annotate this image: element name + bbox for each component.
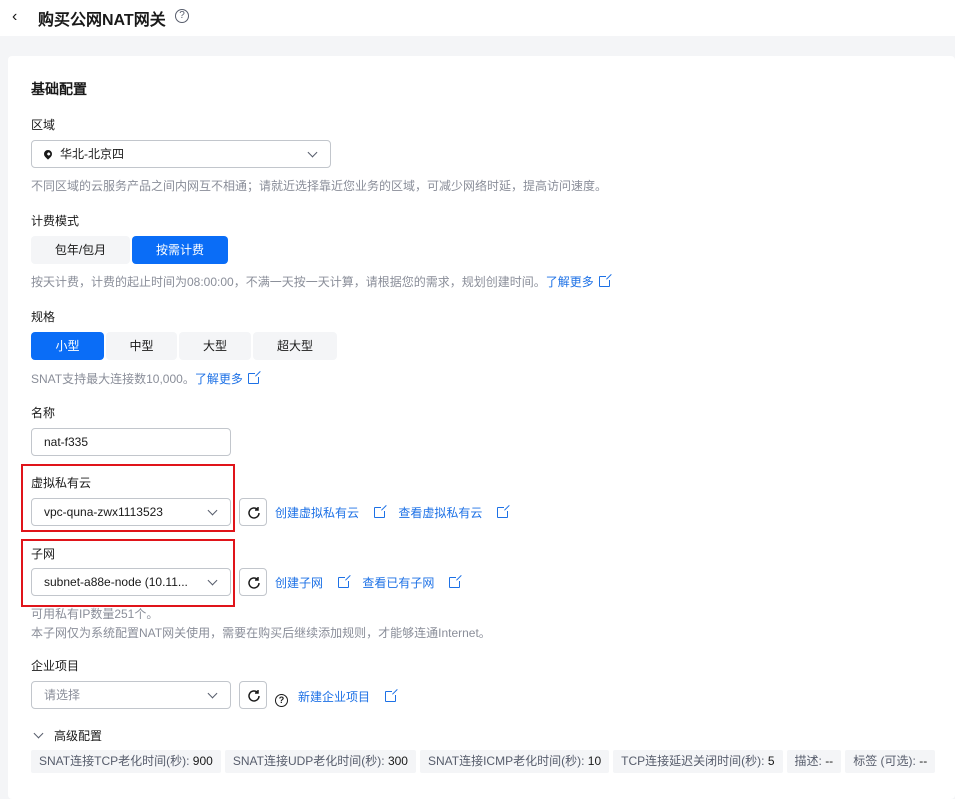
chevron-down-icon (33, 728, 44, 739)
external-link-icon (385, 689, 399, 702)
chevron-down-icon (207, 688, 218, 699)
chevron-down-icon (207, 575, 218, 586)
advanced-item-value: -- (919, 754, 928, 768)
question-circle-icon[interactable]: ? (175, 9, 189, 23)
question-circle-icon[interactable]: ? (275, 694, 288, 707)
region-value: 华北-北京四 (60, 147, 124, 161)
billing-learn-more-link[interactable]: 了解更多 (546, 275, 594, 289)
advanced-item-value: 300 (387, 754, 408, 768)
advanced-item: TCP连接延迟关闭时间(秒): 5 (613, 750, 783, 773)
view-subnet-link[interactable]: 查看已有子网 (362, 576, 434, 590)
create-vpc-link[interactable]: 创建虚拟私有云 (275, 506, 359, 520)
spec-hint-text: SNAT支持最大连接数10,000。 (31, 372, 195, 386)
region-select[interactable]: 华北-北京四 (31, 140, 331, 168)
subnet-label: 子网 (31, 547, 56, 561)
chevron-left-icon[interactable]: ‹ (12, 8, 17, 26)
spec-hint: SNAT支持最大连接数10,000。了解更多 (31, 370, 261, 387)
advanced-label: 高级配置 (54, 729, 103, 743)
external-link-icon (247, 371, 261, 384)
enterprise-select[interactable]: 请选择 (31, 681, 231, 709)
billing-hint-text: 按天计费，计费的起止时间为08:00:00，不满一天按一天计算，请根据您的需求，… (31, 275, 546, 289)
region-hint: 不同区域的云服务产品之间内网互不相通；请就近选择靠近您业务的区域，可减少网络时延… (31, 179, 608, 193)
enterprise-label: 企业项目 (31, 659, 80, 673)
section-title: 基础配置 (31, 81, 87, 97)
location-pin-icon (42, 148, 54, 160)
create-subnet-link[interactable]: 创建子网 (275, 576, 323, 590)
vpc-links: 创建虚拟私有云 查看虚拟私有云 (275, 504, 511, 521)
advanced-item-key: SNAT连接TCP老化时间(秒): (39, 754, 190, 768)
spec-option-medium[interactable]: 中型 (106, 332, 177, 360)
billing-option-yearly[interactable]: 包年/包月 (31, 236, 130, 264)
spec-option-small[interactable]: 小型 (31, 332, 104, 360)
external-link-icon (449, 575, 463, 588)
chevron-down-icon (207, 505, 218, 516)
external-link-icon (497, 505, 511, 518)
advanced-item-value: 900 (192, 754, 213, 768)
advanced-item: SNAT连接ICMP老化时间(秒): 10 (419, 750, 610, 773)
advanced-item-value: 5 (767, 754, 775, 768)
subnet-refresh-button[interactable] (239, 568, 267, 596)
name-input[interactable]: nat-f335 (31, 428, 231, 456)
advanced-item-value: 10 (587, 754, 602, 768)
spec-option-xlarge[interactable]: 超大型 (253, 332, 337, 360)
page-header: ‹ 购买公网NAT网关 ? (0, 0, 955, 36)
refresh-icon (248, 507, 260, 519)
refresh-icon (248, 690, 260, 702)
name-label: 名称 (31, 406, 56, 420)
advanced-item: 描述: -- (786, 750, 842, 773)
advanced-item: 标签 (可选): -- (845, 750, 936, 773)
advanced-item-key: SNAT连接ICMP老化时间(秒): (427, 754, 585, 768)
advanced-item: SNAT连接TCP老化时间(秒): 900 (31, 750, 221, 773)
subnet-ip-hint: 可用私有IP数量251个。 (31, 607, 159, 621)
vpc-select[interactable]: vpc-quna-zwx1113523 (31, 498, 231, 526)
enterprise-links: ? 新建企业项目 (275, 688, 399, 707)
spec-learn-more-link[interactable]: 了解更多 (195, 372, 243, 386)
external-link-icon (338, 575, 352, 588)
advanced-summary: SNAT连接TCP老化时间(秒): 900 SNAT连接UDP老化时间(秒): 3… (31, 750, 939, 773)
view-vpc-link[interactable]: 查看虚拟私有云 (398, 506, 482, 520)
refresh-icon (248, 577, 260, 589)
advanced-item-key: 标签 (可选): (853, 754, 916, 768)
subnet-links: 创建子网 查看已有子网 (275, 574, 463, 591)
region-label: 区域 (31, 118, 56, 132)
external-link-icon (598, 274, 612, 287)
advanced-item-key: SNAT连接UDP老化时间(秒): (232, 754, 385, 768)
advanced-item-key: 描述: (794, 754, 822, 768)
spec-option-large[interactable]: 大型 (179, 332, 251, 360)
subnet-note-hint: 本子网仅为系统配置NAT网关使用，需要在购买后继续添加规则，才能够连通Inter… (31, 626, 491, 640)
vpc-label: 虚拟私有云 (31, 476, 92, 490)
spec-label: 规格 (31, 310, 56, 324)
billing-hint: 按天计费，计费的起止时间为08:00:00，不满一天按一天计算，请根据您的需求，… (31, 273, 612, 290)
billing-option-ondemand[interactable]: 按需计费 (132, 236, 228, 264)
advanced-item: SNAT连接UDP老化时间(秒): 300 (224, 750, 416, 773)
billing-label: 计费模式 (31, 214, 80, 228)
enterprise-refresh-button[interactable] (239, 681, 267, 709)
page-title: 购买公网NAT网关 (38, 12, 166, 29)
subnet-select[interactable]: subnet-a88e-node (10.11... (31, 568, 231, 596)
vpc-value: vpc-quna-zwx1113523 (44, 505, 163, 519)
vpc-refresh-button[interactable] (239, 498, 267, 526)
create-enterprise-link[interactable]: 新建企业项目 (298, 690, 370, 704)
subnet-value: subnet-a88e-node (10.11... (44, 575, 188, 589)
advanced-item-key: TCP连接延迟关闭时间(秒): (621, 754, 765, 768)
enterprise-placeholder: 请选择 (44, 688, 81, 702)
external-link-icon (374, 505, 388, 518)
advanced-item-value: -- (825, 754, 834, 768)
chevron-down-icon (307, 147, 318, 158)
advanced-toggle[interactable]: 高级配置 (33, 727, 103, 744)
